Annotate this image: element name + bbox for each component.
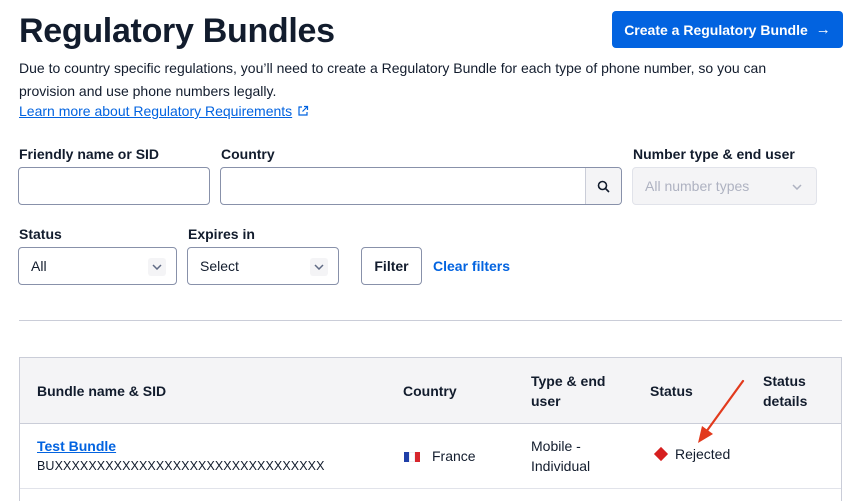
- country-field[interactable]: [221, 168, 581, 204]
- type-cell: Mobile - Individual: [531, 436, 590, 476]
- search-icon: [597, 180, 610, 193]
- column-header-type-line2: user: [531, 393, 561, 409]
- table-row: Test Bundle BUXXXXXXXXXXXXXXXXXXXXXXXXXX…: [20, 424, 841, 489]
- chevron-down-icon: [310, 258, 328, 276]
- expires-label: Expires in: [188, 226, 255, 242]
- external-link-icon: [298, 105, 309, 116]
- bundle-name-link[interactable]: Test Bundle: [37, 438, 116, 454]
- status-value: All: [31, 258, 47, 274]
- column-header-status-details: Status details: [763, 371, 807, 411]
- column-header-details-line2: details: [763, 393, 808, 409]
- filter-button[interactable]: Filter: [361, 247, 422, 285]
- type-line2: Individual: [531, 458, 591, 474]
- country-cell: France: [404, 446, 476, 466]
- chevron-down-icon: [148, 258, 166, 276]
- expires-value: Select: [200, 258, 239, 274]
- column-header-country: Country: [403, 383, 457, 399]
- column-header-details-line1: Status: [763, 373, 806, 389]
- clear-filters-link[interactable]: Clear filters: [433, 258, 510, 274]
- expires-select[interactable]: Select: [187, 247, 339, 285]
- france-flag-icon: [404, 452, 420, 463]
- country-search-input[interactable]: [220, 167, 622, 205]
- error-diamond-icon: [653, 447, 669, 462]
- intro-text: Due to country specific regulations, you…: [19, 60, 767, 99]
- learn-more-label: Learn more about Regulatory Requirements: [19, 103, 293, 119]
- status-select[interactable]: All: [18, 247, 177, 285]
- table-header: Bundle name & SID Country Type & end use…: [20, 358, 841, 424]
- chevron-down-icon: [788, 178, 806, 196]
- create-regulatory-bundle-button[interactable]: Create a Regulatory Bundle →: [612, 11, 843, 48]
- create-button-label: Create a Regulatory Bundle: [624, 21, 808, 38]
- number-type-value: All number types: [645, 178, 750, 194]
- status-cell: Rejected: [653, 444, 731, 464]
- column-header-status: Status: [650, 383, 693, 399]
- type-line1: Mobile -: [531, 438, 581, 454]
- bundle-sid: BUXXXXXXXXXXXXXXXXXXXXXXXXXXXXXXXX: [37, 459, 325, 473]
- divider: [19, 320, 842, 321]
- friendly-name-input[interactable]: [18, 167, 210, 205]
- country-name: France: [432, 448, 476, 464]
- friendly-name-label: Friendly name or SID: [19, 146, 160, 162]
- bundles-table: Bundle name & SID Country Type & end use…: [19, 357, 842, 501]
- column-header-type: Type & end user: [531, 371, 605, 411]
- learn-more-link[interactable]: Learn more about Regulatory Requirements: [19, 103, 309, 119]
- arrow-right-icon: →: [815, 21, 831, 38]
- number-type-label: Number type & end user: [633, 146, 795, 162]
- page-title: Regulatory Bundles: [19, 12, 335, 50]
- bundle-cell: Test Bundle BUXXXXXXXXXXXXXXXXXXXXXXXXXX…: [37, 436, 325, 476]
- friendly-name-field[interactable]: [19, 168, 209, 204]
- country-label: Country: [221, 146, 275, 162]
- status-text: Rejected: [675, 446, 731, 462]
- column-header-bundle: Bundle name & SID: [37, 383, 167, 399]
- number-type-select[interactable]: All number types: [632, 167, 817, 205]
- column-header-type-line1: Type & end: [531, 373, 606, 389]
- country-search-button[interactable]: [585, 168, 621, 204]
- status-label: Status: [19, 226, 62, 242]
